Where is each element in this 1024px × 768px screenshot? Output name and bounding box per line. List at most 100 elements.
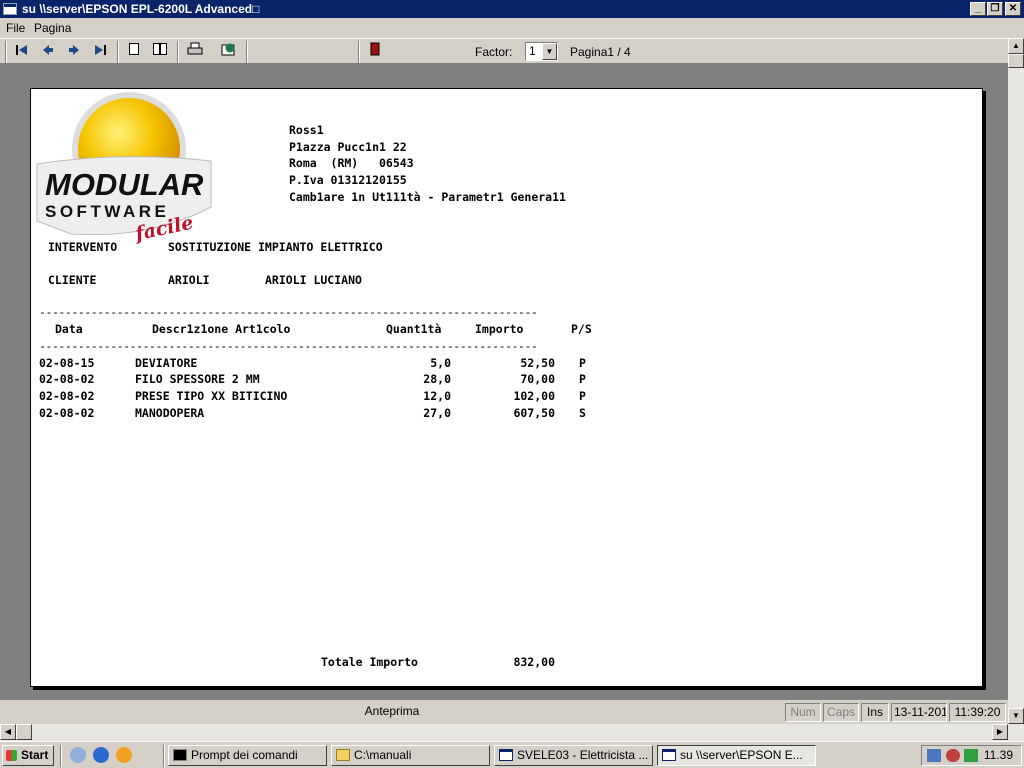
task-epson-preview[interactable]: su \\server\EPSON E... (657, 745, 816, 766)
previous-page-icon[interactable] (38, 42, 58, 62)
media-player-icon[interactable] (116, 747, 132, 763)
horizontal-scrollbar[interactable]: ◀ ▶ (0, 724, 1024, 741)
company-vat: P.Iva 01312120155 (289, 173, 407, 187)
row-date: 02-08-02 (39, 389, 95, 403)
export-icon[interactable] (219, 42, 239, 62)
status-num: Num (785, 703, 821, 722)
factor-label: Factor: (475, 45, 513, 59)
start-button[interactable]: Start (2, 745, 54, 766)
row-ps: P (579, 389, 586, 403)
client-label: CLIENTE (48, 273, 97, 287)
company-name: Ross1 (289, 123, 324, 137)
status-caps: Caps (823, 703, 859, 722)
total-value: 832,00 (513, 655, 555, 669)
status-time: 11:39:20 (949, 703, 1006, 722)
factor-select[interactable]: 1 ▼ (525, 42, 558, 61)
scroll-thumb[interactable] (16, 724, 32, 740)
row-date: 02-08-02 (39, 406, 95, 420)
network-icon[interactable] (927, 749, 941, 762)
update-icon[interactable] (964, 749, 978, 762)
menu-file[interactable]: File (6, 21, 25, 35)
title-bar: su \\server\EPSON EPL-6200L Advanced□ _ … (0, 0, 1024, 18)
row-description: FILO SPESSORE 2 MM (135, 372, 260, 386)
company-note: Camb1are 1n Ut111tà - Parametr1 Genera11 (289, 190, 566, 204)
window-icon (499, 749, 513, 761)
task-folder[interactable]: C:\manuali (331, 745, 490, 766)
two-pages-icon[interactable] (150, 42, 170, 62)
security-icon[interactable] (946, 749, 960, 762)
column-header-ps: P/S (571, 322, 592, 336)
logo-text-modular: MODULAR (45, 167, 204, 202)
print-preview-area: MODULAR SOFTWARE facile Ross1 P1azza Puc… (0, 64, 1008, 700)
next-page-icon[interactable] (64, 42, 84, 62)
column-header-date: Data (55, 322, 83, 336)
row-description: MANODOPERA (135, 406, 205, 420)
status-mode: Anteprima (364, 704, 420, 718)
row-amount: 102,00 (513, 389, 555, 403)
first-page-icon[interactable] (12, 42, 32, 62)
separator-line: ----------------------------------------… (39, 305, 538, 319)
chevron-down-icon[interactable]: ▼ (542, 43, 557, 60)
scroll-right-icon[interactable]: ▶ (992, 724, 1008, 740)
status-ins: Ins (861, 703, 889, 722)
task-svele03[interactable]: SVELE03 - Elettricista ... (494, 745, 653, 766)
menu-pagina[interactable]: Pagina (34, 21, 71, 35)
taskbar-separator (163, 745, 165, 767)
last-page-icon[interactable] (90, 42, 110, 62)
single-page-icon[interactable] (124, 42, 144, 62)
system-tray: 11.39 (921, 745, 1022, 766)
task-command-prompt[interactable]: Prompt dei comandi (168, 745, 327, 766)
toolbar: Factor: 1 ▼ Pagina1 / 4 (0, 38, 1008, 64)
company-address: P1azza Pucc1n1 22 (289, 140, 407, 154)
preview-page: MODULAR SOFTWARE facile Ross1 P1azza Puc… (30, 88, 983, 687)
client-name: ARIOLI LUCIANO (265, 273, 362, 287)
row-quantity: 5,0 (430, 356, 451, 370)
client-code: ARIOLI (168, 273, 210, 287)
internet-explorer-icon[interactable] (93, 747, 109, 763)
intervention-label: INTERVENTO (48, 240, 118, 254)
intervention-value: SOSTITUZIONE IMPIANTO ELETTRICO (168, 240, 383, 254)
company-city: Roma (RM) 06543 (289, 156, 414, 170)
folder-icon (336, 749, 350, 761)
factor-value: 1 (529, 44, 536, 58)
status-bar: Anteprima Num Caps Ins 13-11-2015 11:39:… (0, 700, 1008, 724)
task-label: Prompt dei comandi (191, 748, 298, 762)
window-icon[interactable] (3, 3, 17, 15)
show-desktop-icon[interactable] (70, 747, 86, 763)
logo-text-software: SOFTWARE (45, 202, 169, 221)
taskbar: Start Prompt dei comandi C:\manuali SVEL… (0, 741, 1024, 768)
row-amount: 607,50 (513, 406, 555, 420)
window-icon (662, 749, 676, 761)
scroll-thumb[interactable] (1008, 54, 1024, 68)
row-amount: 70,00 (520, 372, 555, 386)
taskbar-separator (60, 745, 62, 767)
scroll-down-icon[interactable]: ▼ (1008, 708, 1024, 724)
total-label: Totale Importo (321, 655, 418, 669)
row-date: 02-08-02 (39, 372, 95, 386)
window-title: su \\server\EPSON EPL-6200L Advanced□ (22, 2, 260, 16)
menu-bar: File Pagina (0, 18, 1024, 38)
close-button[interactable]: ✕ (1005, 2, 1021, 16)
scroll-left-icon[interactable]: ◀ (0, 724, 16, 740)
toolbar-separator (177, 41, 179, 63)
console-icon (173, 749, 187, 761)
column-header-description: Descr1z1one Art1colo (152, 322, 291, 336)
maximize-button[interactable]: ❐ (987, 2, 1003, 16)
printer-icon[interactable] (185, 42, 205, 62)
status-date: 13-11-2015 (891, 703, 947, 722)
toolbar-grip (5, 41, 7, 63)
task-label: su \\server\EPSON E... (680, 748, 803, 762)
modular-software-logo: MODULAR SOFTWARE facile (36, 92, 212, 246)
row-ps: S (579, 406, 586, 420)
vertical-scrollbar[interactable]: ▲ ▼ (1008, 38, 1024, 724)
column-header-amount: Importo (475, 322, 524, 336)
row-ps: P (579, 356, 586, 370)
toolbar-separator (358, 41, 360, 63)
row-quantity: 28,0 (423, 372, 451, 386)
row-quantity: 12,0 (423, 389, 451, 403)
page-indicator: Pagina1 / 4 (570, 45, 631, 59)
scroll-up-icon[interactable]: ▲ (1008, 38, 1024, 54)
clock: 11.39 (983, 748, 1013, 762)
minimize-button[interactable]: _ (970, 2, 986, 16)
exit-door-icon[interactable] (365, 42, 385, 62)
